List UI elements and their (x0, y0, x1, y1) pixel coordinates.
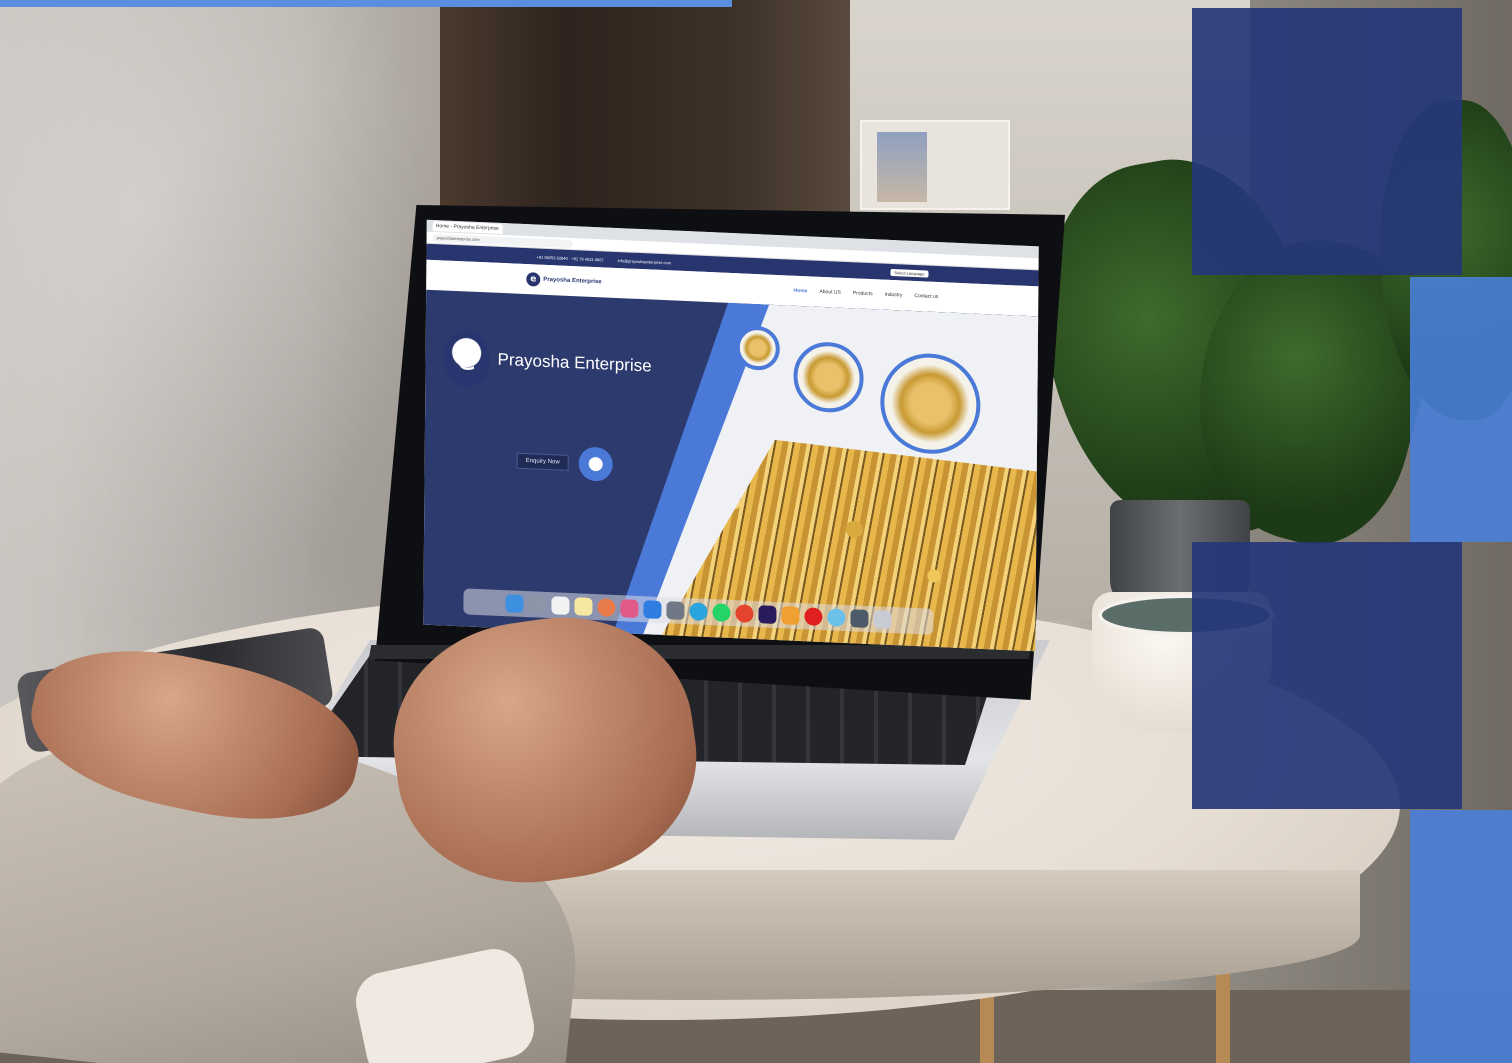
top-accent-strip (0, 0, 732, 7)
phone-numbers: +91 98253 62640 · +91 79 4031 0667 (536, 254, 604, 262)
hero-logo: e Prayosha Enterprise (443, 328, 652, 395)
enquiry-group: Enquiry Now (516, 444, 613, 482)
email-address[interactable]: info@prayoshaenterprise.com (618, 258, 671, 265)
nav-industry[interactable]: Industry (885, 292, 903, 299)
trash-icon[interactable] (873, 610, 892, 630)
launchpad-icon[interactable] (528, 595, 547, 614)
app-store-icon[interactable] (643, 600, 662, 619)
telegram-icon[interactable] (689, 602, 708, 621)
hero-brand-title: Prayosha Enterprise (497, 349, 652, 376)
music-icon[interactable] (620, 599, 639, 618)
files-icon[interactable] (781, 606, 800, 625)
whatsapp-icon[interactable] (712, 603, 731, 622)
nav-contact[interactable]: Contact us (914, 293, 938, 300)
settings-icon[interactable] (666, 601, 685, 620)
notes-icon[interactable] (574, 597, 593, 616)
logo-mark-icon: e (443, 328, 490, 389)
laptop-screen: Home - Prayosha Enterprise prayoshaenter… (423, 219, 1039, 652)
hero-banner: e Prayosha Enterprise Enquiry Now (423, 289, 1038, 652)
nav-products[interactable]: Products (853, 290, 873, 297)
site-logo[interactable]: e Prayosha Enterprise (526, 272, 602, 289)
play-icon[interactable] (578, 446, 613, 482)
skype-icon[interactable] (827, 608, 846, 627)
enquiry-button[interactable]: Enquiry Now (516, 452, 569, 471)
photos-icon[interactable] (597, 598, 616, 617)
nav-about[interactable]: About US (819, 289, 840, 296)
nav-menu: Home About US Products Industry Contact … (794, 288, 939, 300)
nav-home[interactable]: Home (794, 288, 808, 295)
navy-overlay-square (1192, 8, 1462, 275)
navy-overlay-square (1192, 542, 1462, 809)
chrome-icon[interactable] (735, 604, 754, 623)
blue-overlay-square (1410, 277, 1512, 542)
finder-icon[interactable] (505, 594, 524, 613)
opera-icon[interactable] (804, 607, 823, 626)
logo-mark-icon: e (526, 272, 541, 287)
premiere-icon[interactable] (758, 605, 777, 624)
language-select[interactable]: Select Language (890, 268, 929, 278)
site-brand-name: Prayosha Enterprise (543, 276, 602, 286)
calendar-icon[interactable] (551, 596, 570, 615)
blue-overlay-square (1410, 810, 1512, 1063)
wall-picture (860, 120, 1010, 210)
preview-icon[interactable] (850, 609, 869, 629)
